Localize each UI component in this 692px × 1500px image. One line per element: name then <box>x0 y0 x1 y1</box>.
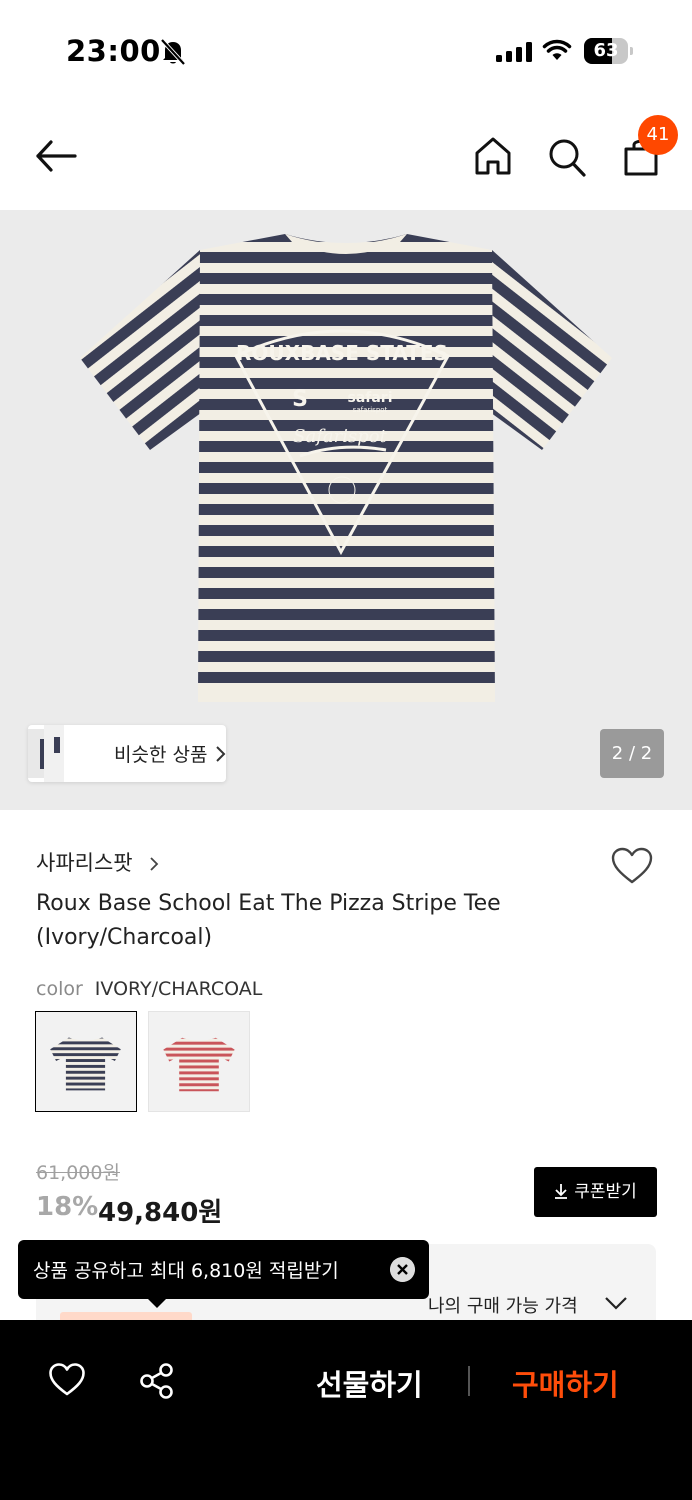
striped-tshirt-image: ROUXBASE STATES S safari safarispot Safa… <box>80 234 612 702</box>
swatch-tshirt-image <box>50 1037 121 1091</box>
cart-count-badge: 41 <box>638 115 678 155</box>
print-safarispot-small: safarispot <box>353 406 388 414</box>
chevron-right-icon <box>150 857 159 871</box>
bell-off-icon <box>160 38 186 66</box>
sale-price: 49,840원 <box>98 1198 223 1228</box>
print-arc-text: ROUXBASE STATES <box>236 341 448 365</box>
like-heart-icon[interactable] <box>48 1362 86 1398</box>
similar-products-label: 비슷한 상품 <box>114 744 208 766</box>
buy-button[interactable]: 구매하기 <box>512 1362 619 1404</box>
similar-products-thumbnails <box>28 725 92 782</box>
color-swatch-ivory-charcoal[interactable] <box>35 1011 137 1112</box>
similar-products-button[interactable]: 비슷한 상품 <box>28 725 226 782</box>
status-bar: 23:00 63 <box>0 0 692 100</box>
discount-rate: 18% <box>36 1192 99 1222</box>
cellular-signal-icon <box>496 42 532 62</box>
chevron-right-icon <box>216 746 226 762</box>
search-icon[interactable] <box>546 134 588 178</box>
status-time: 23:00 <box>66 34 161 68</box>
product-image-carousel[interactable]: ROUXBASE STATES S safari safarispot Safa… <box>0 210 692 810</box>
coupon-label: 쿠폰받기 <box>574 1182 637 1202</box>
product-title: Roux Base School Eat The Pizza Stripe Te… <box>36 891 501 950</box>
print-safari-text: safari <box>347 390 392 406</box>
tooltip-text: 상품 공유하고 최대 6,810원 적립받기 <box>33 1260 339 1282</box>
wishlist-heart-icon[interactable] <box>610 846 654 886</box>
back-arrow-icon[interactable] <box>34 136 78 176</box>
share-icon[interactable] <box>138 1362 176 1400</box>
brand-link[interactable]: 사파리스팟 <box>36 847 159 877</box>
brand-name: 사파리스팟 <box>36 851 133 875</box>
bottom-action-bar: 선물하기 구매하기 <box>0 1320 692 1500</box>
my-price-label: 나의 구매 가능 가격 <box>428 1296 578 1317</box>
tooltip-arrow <box>147 1298 167 1308</box>
svg-text:S: S <box>292 387 308 412</box>
close-icon[interactable] <box>390 1257 415 1282</box>
chevron-down-icon <box>605 1297 627 1310</box>
color-swatch-ivory-red[interactable] <box>148 1011 250 1112</box>
print-script-text: Safarispot <box>293 426 387 447</box>
battery-percentage: 63 <box>593 40 619 61</box>
bottom-bar-divider <box>468 1366 470 1396</box>
selected-color-value: IVORY/CHARCOAL <box>94 978 263 1000</box>
color-option-row: color IVORY/CHARCOAL <box>36 978 262 1000</box>
gift-button[interactable]: 선물하기 <box>316 1362 423 1404</box>
home-icon[interactable] <box>472 134 514 178</box>
battery-indicator: 63 <box>584 38 633 64</box>
color-key-label: color <box>36 978 83 1000</box>
wifi-icon <box>542 39 572 60</box>
coupon-download-button[interactable]: 쿠폰받기 <box>534 1167 657 1217</box>
download-icon <box>555 1184 568 1199</box>
share-reward-tooltip: 상품 공유하고 최대 6,810원 적립받기 <box>18 1240 429 1308</box>
swatch-tshirt-image <box>163 1037 235 1092</box>
top-nav: 41 <box>0 100 692 210</box>
original-price: 61,000원 <box>36 1162 120 1184</box>
image-page-counter: 2 / 2 <box>600 729 664 778</box>
